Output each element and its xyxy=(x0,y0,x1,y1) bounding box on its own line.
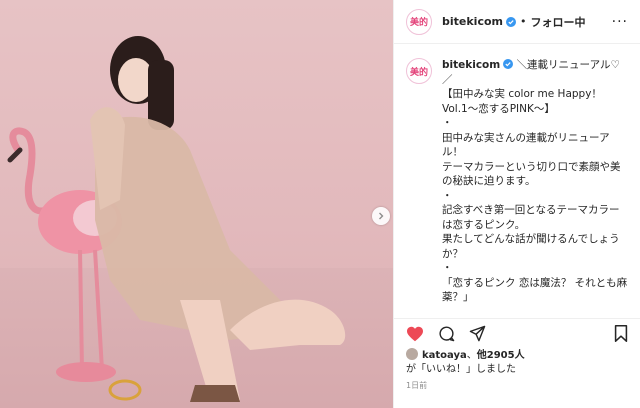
likes-others-count[interactable]: 他2905人 xyxy=(477,350,525,361)
post-actions xyxy=(394,318,640,348)
follow-button[interactable]: フォロー中 xyxy=(531,14,586,30)
post-timestamp[interactable]: 1日前 xyxy=(406,380,427,391)
post-photo[interactable] xyxy=(0,0,393,408)
header-separator: • xyxy=(520,15,527,28)
comment-button[interactable] xyxy=(438,325,455,342)
chevron-right-icon xyxy=(379,212,384,220)
photo-illustration xyxy=(7,36,346,402)
verified-badge-icon xyxy=(503,59,514,69)
liker-avatar[interactable] xyxy=(406,348,418,360)
likes-summary: katoaya、他2905人 が「いいね！」しました xyxy=(406,348,525,375)
sandal xyxy=(108,379,142,401)
heart-filled-icon xyxy=(407,326,423,341)
save-button[interactable] xyxy=(614,325,628,342)
caption-row: 美的 bitekicom ＼連載リニューアル♡／ 【田中みな実 color me… xyxy=(406,58,628,310)
bookmark-icon xyxy=(614,325,628,342)
caption-body: bitekicom ＼連載リニューアル♡／ 【田中みな実 color me Ha… xyxy=(442,58,628,310)
verified-badge-icon xyxy=(506,16,516,27)
caption-username[interactable]: bitekicom xyxy=(442,59,500,71)
caption-area: 美的 bitekicom ＼連載リニューアル♡／ 【田中みな実 color me… xyxy=(394,58,640,310)
like-button[interactable] xyxy=(406,326,424,342)
caption-avatar[interactable]: 美的 xyxy=(406,58,432,84)
account-avatar[interactable]: 美的 xyxy=(406,8,432,35)
post-header: 美的 bitekicom • フォロー中 ··· xyxy=(394,0,640,44)
paper-plane-icon xyxy=(469,325,486,342)
liker-username[interactable]: katoaya xyxy=(422,350,467,361)
share-button[interactable] xyxy=(469,325,486,342)
likes-tail-text: が「いいね！」しました xyxy=(406,364,516,375)
post-side-panel: 美的 bitekicom • フォロー中 ··· 美的 bitekicom ＼連… xyxy=(393,0,640,408)
account-handle[interactable]: bitekicom xyxy=(442,15,503,28)
next-photo-button[interactable] xyxy=(372,207,390,225)
caption-text: ＼連載リニューアル♡／ 【田中みな実 color me Happy！ Vol.1… xyxy=(442,59,628,310)
more-options-icon[interactable]: ··· xyxy=(612,14,628,30)
comment-icon xyxy=(439,326,455,342)
woman-figure xyxy=(90,36,346,402)
